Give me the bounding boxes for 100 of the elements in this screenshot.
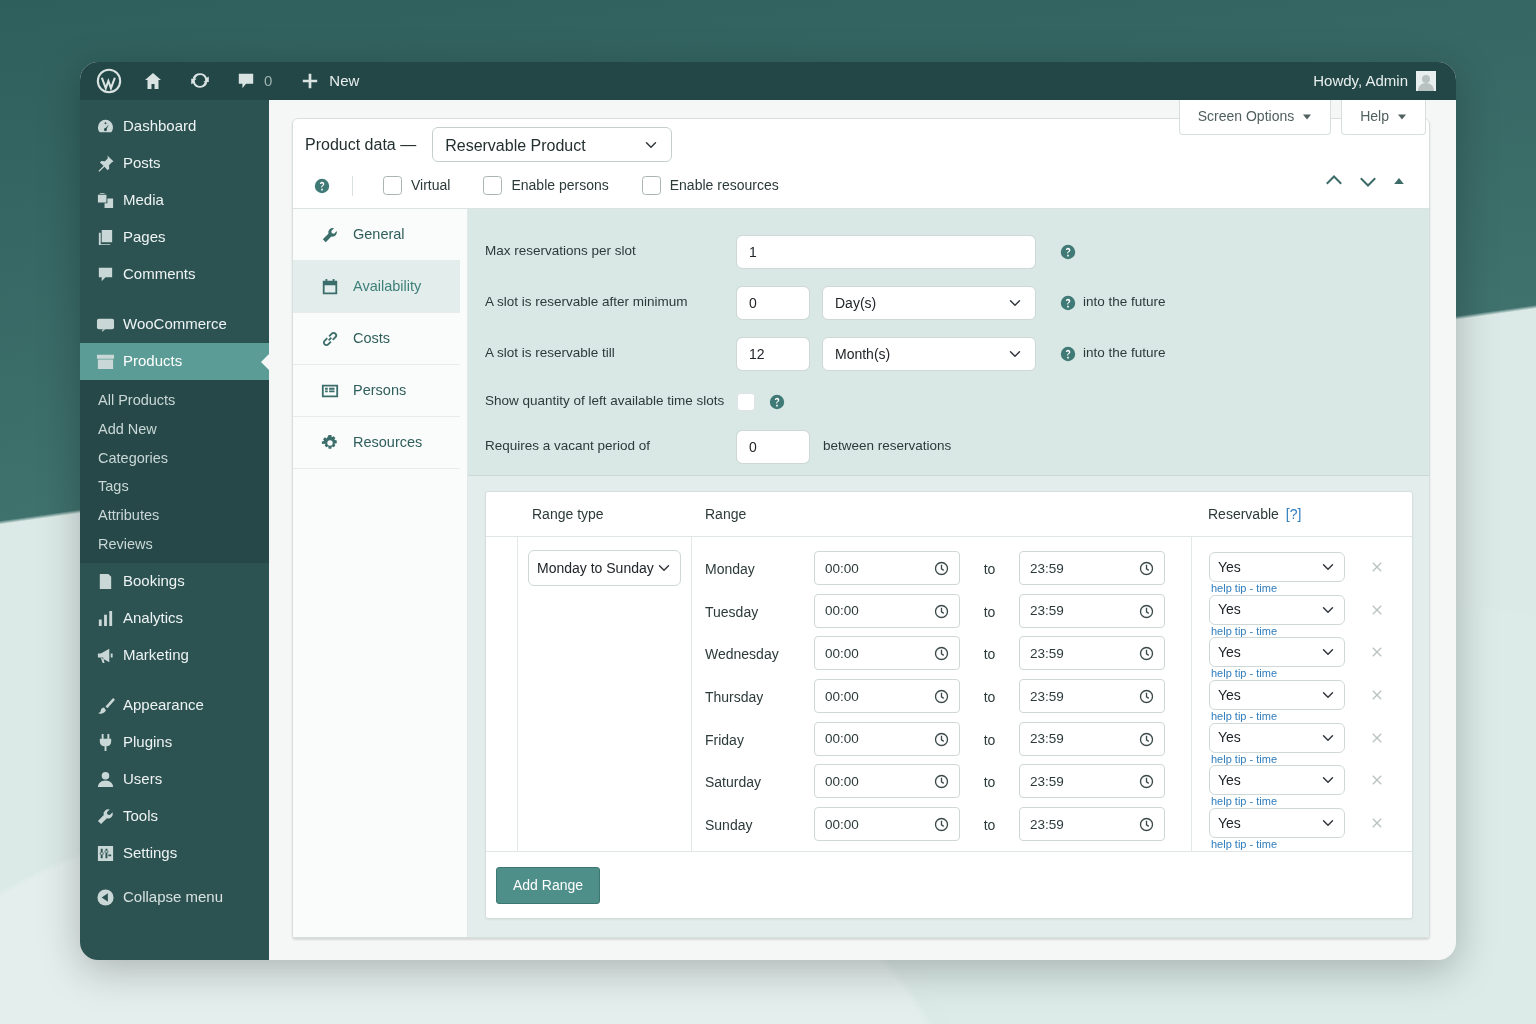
reservable-select[interactable]: Yes (1209, 552, 1345, 582)
column-header: Reservable (1208, 504, 1279, 524)
plus-icon (301, 72, 320, 90)
time-field[interactable]: 23:59 (1019, 679, 1165, 714)
help-tip-link[interactable]: help tip - time (1209, 752, 1345, 766)
clock-icon (934, 646, 949, 662)
reservable-select[interactable]: Yes (1209, 680, 1345, 711)
calendar-icon (321, 277, 339, 296)
help-tip-link[interactable]: help tip - time (1209, 582, 1345, 595)
submenu-item[interactable]: All Products (80, 386, 269, 415)
time-field[interactable]: 23:59 (1019, 551, 1165, 585)
clock-icon (934, 731, 949, 747)
day-label: Wednesday (704, 645, 780, 665)
unit-select[interactable]: Day(s) (822, 285, 1036, 320)
time-field[interactable]: 00:00 (814, 721, 960, 756)
sidebar-label: Media (123, 190, 164, 211)
wordpress-logo-icon (96, 68, 122, 94)
new-link[interactable]: New (329, 69, 360, 93)
help-icon (1060, 294, 1076, 311)
reservable-select[interactable]: Yes (1209, 722, 1345, 753)
help-tip-link[interactable]: help tip - time (1209, 795, 1345, 809)
time-field[interactable]: 23:59 (1019, 807, 1165, 842)
help-tip-link[interactable]: help tip - time (1209, 710, 1345, 724)
time-field[interactable]: 23:59 (1019, 593, 1165, 628)
product-tab[interactable]: Resources (293, 417, 460, 469)
product-tab[interactable]: Persons (293, 365, 460, 417)
time-field[interactable]: 00:00 (814, 679, 960, 714)
time-field[interactable]: 00:00 (814, 636, 960, 671)
option-checkbox[interactable] (483, 176, 503, 195)
media-icon (96, 191, 115, 210)
number-input[interactable]: 0 (736, 285, 810, 320)
submenu-item[interactable]: Add New (80, 414, 269, 444)
time-field[interactable]: 00:00 (814, 764, 960, 799)
product-tab[interactable]: Availability (293, 261, 460, 313)
screen-meta-button[interactable]: Screen Options (1178, 100, 1332, 135)
sidebar-item[interactable]: Tools (80, 797, 269, 835)
sidebar-item[interactable]: Media (80, 182, 269, 219)
sidebar-label: Comments (123, 264, 196, 285)
time-field[interactable]: 00:00 (814, 593, 960, 628)
sidebar-label: Posts (123, 153, 161, 174)
number-input[interactable]: 1 (736, 234, 1036, 269)
user-icon (96, 769, 115, 789)
sidebar-item[interactable]: Plugins (80, 723, 269, 761)
reservable-select[interactable]: Yes (1209, 594, 1345, 625)
unit-select[interactable]: Month(s) (822, 336, 1036, 371)
clock-icon (934, 603, 949, 619)
help-link[interactable]: [?] (1285, 503, 1302, 525)
field-checkbox[interactable] (737, 392, 755, 411)
day-label: Saturday (704, 773, 763, 793)
help-icon (1060, 345, 1076, 362)
help-icon (769, 393, 785, 410)
avatar-icon (1416, 71, 1436, 91)
option-checkbox[interactable] (383, 176, 402, 195)
sidebar-item[interactable]: Users (80, 760, 269, 798)
sidebar-item[interactable]: Pages (80, 219, 269, 256)
sidebar-item[interactable]: Settings (80, 834, 269, 872)
help-tip-link[interactable]: help tip - time (1209, 838, 1345, 852)
time-field[interactable]: 23:59 (1019, 636, 1165, 671)
sidebar-item[interactable]: WooCommerce (80, 306, 269, 343)
option-checkbox[interactable] (641, 176, 661, 195)
comment-count[interactable]: 0 (264, 69, 273, 93)
submenu-item[interactable]: Reviews (80, 530, 269, 559)
gear-icon (321, 433, 339, 452)
time-field[interactable]: 23:59 (1019, 764, 1165, 799)
sidebar-label: Pages (123, 227, 166, 248)
add-range-button[interactable]: Add Range (496, 866, 601, 904)
number-input[interactable]: 12 (736, 336, 810, 371)
day-label: Friday (704, 730, 745, 750)
sidebar-item[interactable]: Dashboard (80, 108, 269, 145)
number-input[interactable]: 0 (736, 429, 810, 464)
sidebar-label: Users (123, 769, 163, 790)
greeting[interactable]: Howdy, Admin (1313, 69, 1408, 93)
field-label: Requires a vacant period of (485, 437, 652, 456)
sidebar-item[interactable]: Bookings (80, 562, 269, 600)
sidebar-item[interactable]: Posts (80, 145, 269, 182)
submenu-item[interactable]: Attributes (80, 501, 269, 530)
range-type-select[interactable]: Monday to Sunday (528, 550, 681, 586)
sidebar-item[interactable]: Comments (80, 256, 269, 293)
time-field[interactable]: 00:00 (814, 807, 960, 842)
sidebar-item[interactable]: Appearance (80, 686, 269, 724)
sidebar-item[interactable]: Analytics (80, 599, 269, 637)
screen-meta-button[interactable]: Help (1341, 100, 1426, 135)
time-field[interactable]: 23:59 (1019, 721, 1165, 756)
help-tip-link[interactable]: help tip - time (1209, 624, 1345, 638)
pin-icon (96, 154, 115, 173)
collapse-menu[interactable]: Collapse menu (80, 878, 269, 916)
reservable-select[interactable]: Yes (1209, 637, 1345, 668)
collapse-label: Collapse menu (123, 887, 224, 908)
time-field[interactable]: 00:00 (814, 551, 960, 585)
reservable-select[interactable]: Yes (1209, 765, 1345, 796)
help-tip-link[interactable]: help tip - time (1209, 667, 1345, 681)
sidebar-label: Analytics (123, 608, 184, 629)
submenu-item[interactable]: Categories (80, 443, 269, 473)
sidebar-item[interactable]: Marketing (80, 636, 269, 674)
field-note: into the future (1083, 344, 1166, 363)
sidebar-label: Marketing (123, 645, 189, 666)
submenu-item[interactable]: Tags (80, 472, 269, 502)
product-tab[interactable]: Costs (293, 313, 460, 365)
reservable-select[interactable]: Yes (1209, 808, 1345, 839)
product-type-select[interactable]: Reservable Product (432, 127, 673, 162)
